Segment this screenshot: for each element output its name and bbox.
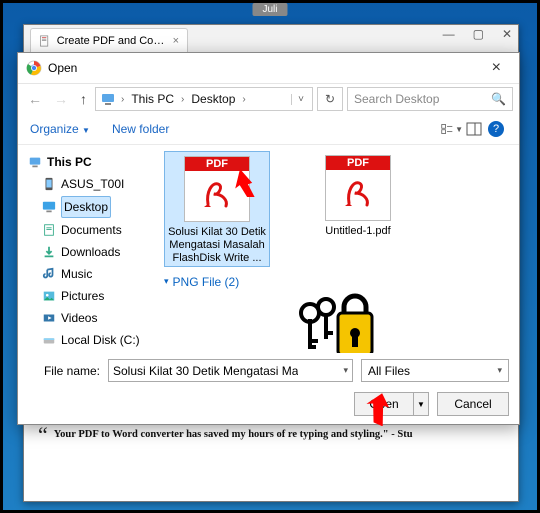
quote-icon: “ (38, 428, 48, 442)
dialog-titlebar: Open × (18, 53, 519, 84)
help-icon: ? (488, 121, 504, 137)
tree-item[interactable]: Pictures (28, 285, 154, 307)
preview-pane-button[interactable] (463, 118, 485, 140)
file-open-dialog: Open × ← → ↑ › This PC › Desktop › ˅ ↻ S… (17, 52, 520, 425)
tab-close-icon[interactable]: × (173, 35, 179, 47)
filename-label: File name: (28, 364, 100, 378)
up-button[interactable]: ↑ (76, 89, 91, 109)
tree-item[interactable]: ASUS_T00I (28, 173, 154, 195)
nav-tree: This PC ASUS_T00I Desktop Documents Down… (18, 145, 156, 353)
chevron-down-icon: ▾ (497, 365, 502, 376)
open-button-group: Open ▼ (354, 392, 429, 416)
organize-button[interactable]: Organize ▼ (30, 122, 90, 136)
testimonial: “ Your PDF to Word converter has saved m… (38, 428, 504, 442)
adobe-pdf-icon (343, 173, 373, 207)
adobe-pdf-icon (202, 174, 232, 208)
cancel-button[interactable]: Cancel (437, 392, 509, 416)
drive-icon (42, 333, 56, 347)
videos-icon (42, 311, 56, 325)
file-item[interactable]: PDF Untitled-1.pdf (306, 151, 410, 267)
file-label: Solusi Kilat 30 Detik Mengatasi Masalah … (165, 226, 269, 266)
pc-icon (28, 155, 42, 169)
dialog-title: Open (48, 61, 482, 75)
tree-root-this-pc[interactable]: This PC (28, 151, 154, 173)
toolbar: Organize ▼ New folder ▼ ? (18, 114, 519, 145)
dialog-close-icon[interactable]: × (482, 59, 511, 77)
window-controls: — ▢ ✕ (443, 27, 512, 41)
open-button[interactable]: Open (354, 392, 413, 416)
search-placeholder: Search Desktop (354, 92, 439, 106)
back-button[interactable]: ← (24, 89, 46, 109)
file-label: Untitled-1.pdf (306, 225, 410, 237)
breadcrumb-dropdown[interactable]: ˅ (291, 94, 310, 105)
new-folder-button[interactable]: New folder (112, 122, 169, 136)
pictures-icon (42, 289, 56, 303)
chevron-right-icon[interactable]: › (118, 94, 127, 105)
refresh-button[interactable]: ↻ (317, 87, 343, 111)
minimize-icon[interactable]: — (443, 27, 455, 41)
pdf-thumbnail: PDF (325, 155, 391, 221)
pdf-badge: PDF (326, 156, 390, 170)
keys-lock-icon[interactable] (290, 293, 380, 353)
close-icon[interactable]: ✕ (502, 27, 512, 41)
tab-title: Create PDF and Convert P (57, 35, 167, 47)
view-options-button[interactable]: ▼ (441, 118, 463, 140)
breadcrumb[interactable]: › This PC › Desktop › ˅ (95, 87, 313, 111)
filename-input[interactable]: Solusi Kilat 30 Detik Mengatasi Ma ▾ (108, 359, 353, 382)
chevron-right-icon[interactable]: › (178, 94, 187, 105)
tree-item[interactable]: Local Disk (C:) (28, 329, 154, 351)
dialog-bottom: File name: Solusi Kilat 30 Detik Mengata… (18, 353, 519, 424)
help-button[interactable]: ? (485, 118, 507, 140)
forward-button: → (50, 89, 72, 109)
chevron-right-icon[interactable]: › (239, 94, 248, 105)
tree-item[interactable]: Videos (28, 307, 154, 329)
chevron-down-icon[interactable]: ▾ (343, 365, 348, 376)
breadcrumb-seg[interactable]: Desktop (187, 92, 239, 106)
file-type-filter[interactable]: All Files ▾ (361, 359, 509, 382)
breadcrumb-seg[interactable]: This PC (127, 92, 178, 106)
dialog-body: This PC ASUS_T00I Desktop Documents Down… (18, 145, 519, 353)
pdf-thumbnail: PDF (184, 156, 250, 222)
documents-icon (42, 223, 56, 237)
pdf-badge: PDF (185, 157, 249, 171)
open-dropdown[interactable]: ▼ (413, 392, 429, 416)
testimonial-text: Your PDF to Word converter has saved my … (54, 428, 413, 442)
window-title-pill: Juli (252, 3, 287, 16)
downloads-icon (42, 245, 56, 259)
tree-item[interactable]: Documents (28, 219, 154, 241)
chevron-down-icon: ▼ (417, 400, 425, 409)
maximize-icon[interactable]: ▢ (473, 27, 484, 41)
tree-item[interactable]: Downloads (28, 241, 154, 263)
desktop-icon (42, 200, 56, 214)
filename-value: Solusi Kilat 30 Detik Mengatasi Ma (113, 364, 298, 378)
file-pane[interactable]: PDF Solusi Kilat 30 Detik Mengatasi Masa… (156, 145, 519, 353)
chrome-icon (26, 60, 42, 76)
music-icon (42, 267, 56, 281)
browser-tab[interactable]: Create PDF and Convert P × (30, 28, 188, 53)
search-icon: 🔍 (491, 92, 506, 106)
file-item-selected[interactable]: PDF Solusi Kilat 30 Detik Mengatasi Masa… (164, 151, 270, 267)
tree-item[interactable]: Music (28, 263, 154, 285)
page-icon (39, 34, 51, 48)
nav-row: ← → ↑ › This PC › Desktop › ˅ ↻ Search D… (18, 84, 519, 114)
group-header-png[interactable]: ▾ PNG File (2) (164, 275, 511, 289)
search-input[interactable]: Search Desktop 🔍 (347, 87, 513, 111)
phone-icon (42, 177, 56, 191)
chevron-down-icon: ▼ (82, 126, 90, 135)
chevron-down-icon: ▾ (164, 276, 169, 287)
pc-icon (100, 91, 116, 107)
tree-item-desktop[interactable]: Desktop (28, 195, 154, 219)
